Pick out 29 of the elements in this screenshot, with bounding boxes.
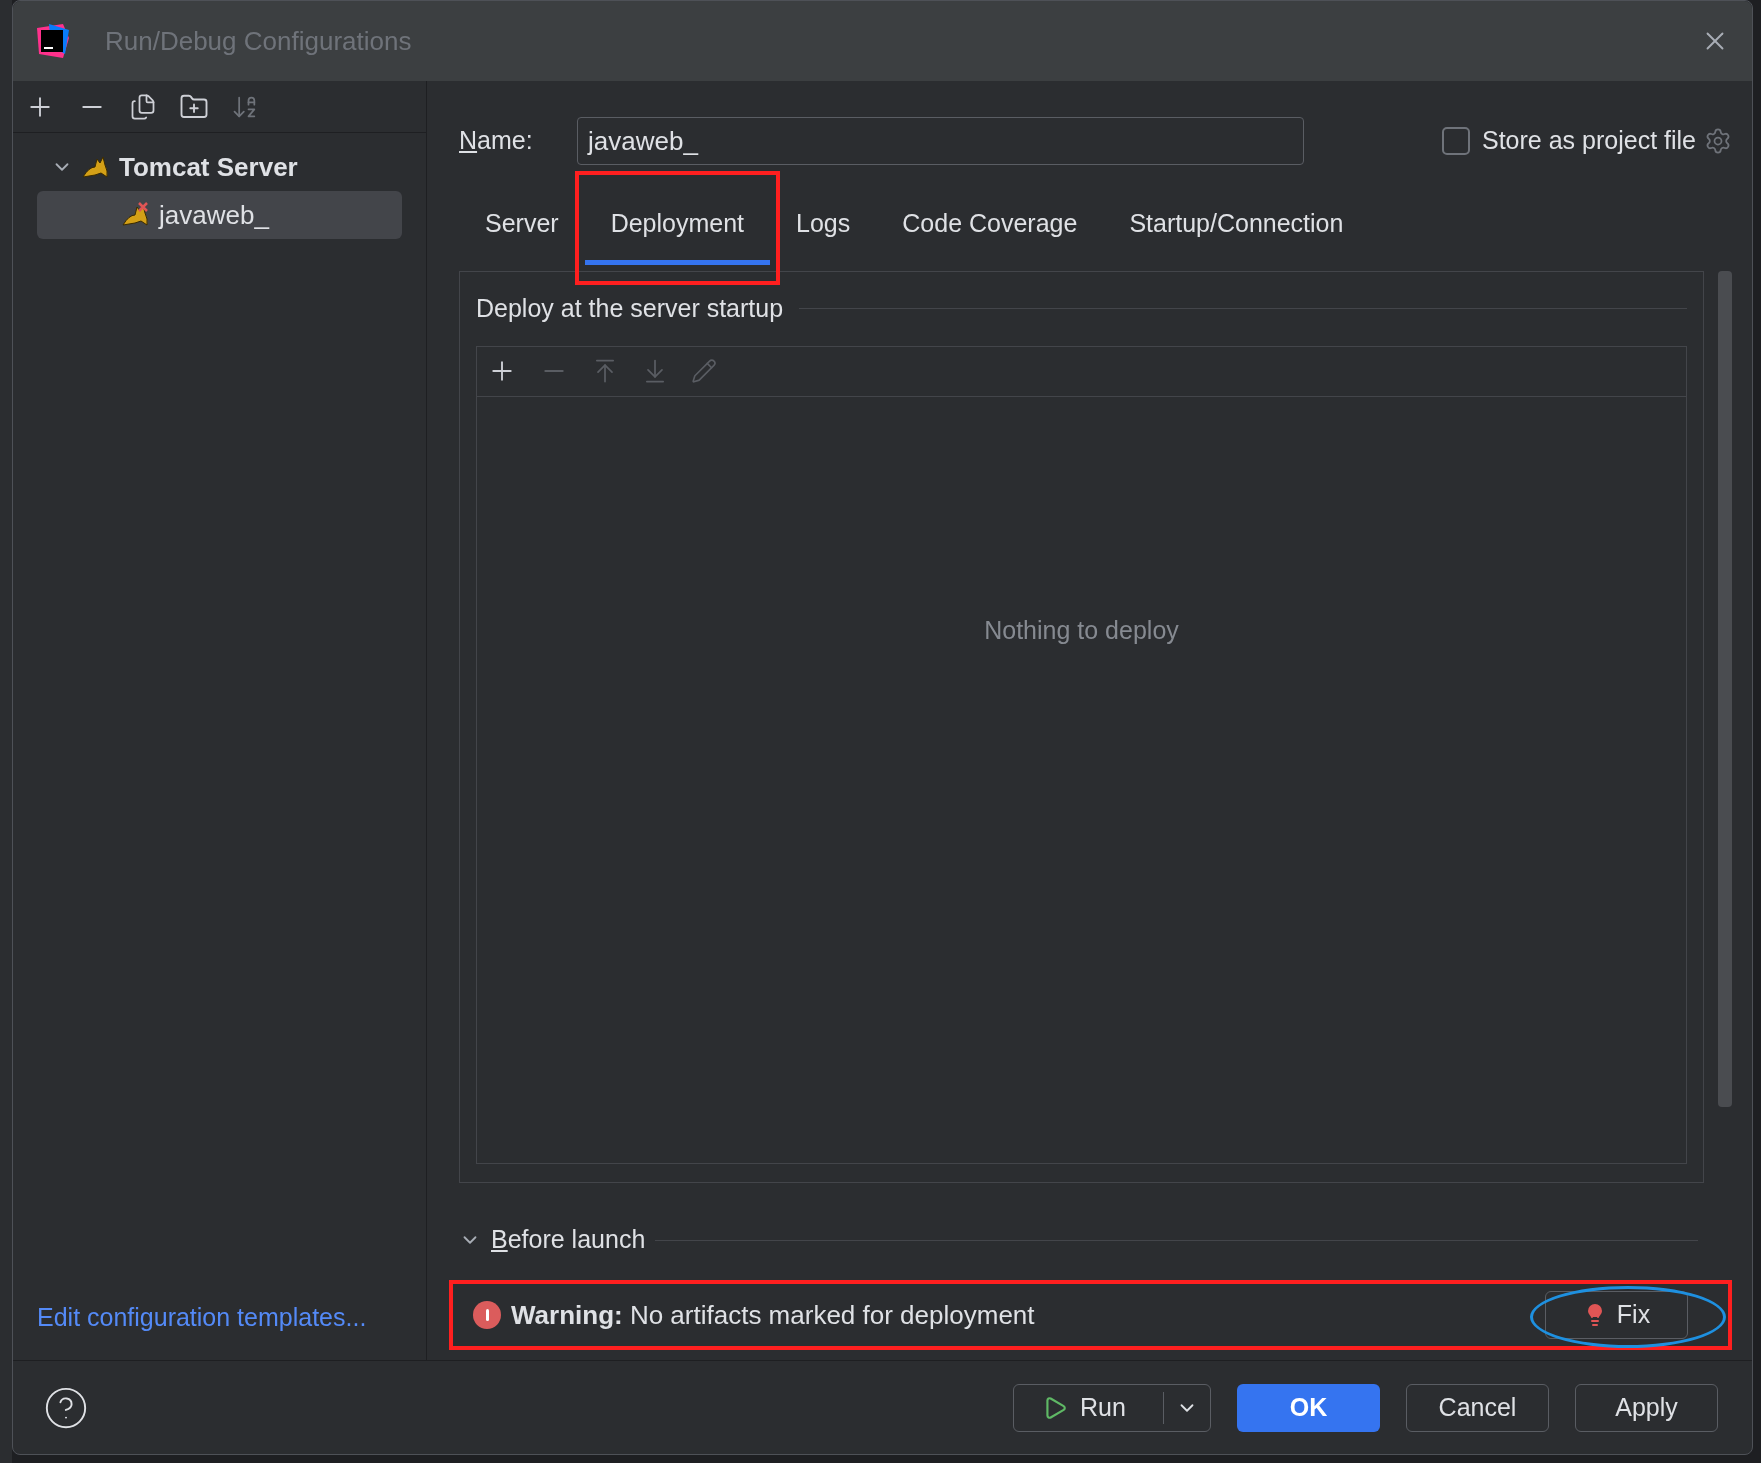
- tab[interactable]: Server: [459, 183, 585, 265]
- window-title: Run/Debug Configurations: [105, 24, 412, 58]
- tree-item[interactable]: Tomcat Server: [37, 143, 402, 191]
- error-icon: [473, 1301, 501, 1329]
- tab[interactable]: Code Coverage: [876, 183, 1104, 265]
- checkbox-label: Store as project file: [1482, 125, 1696, 157]
- warning-message: Warning: No artifacts marked for deployment: [511, 1298, 1035, 1332]
- name-label: Name:: [459, 125, 534, 157]
- store-as-project-checkbox[interactable]: [1442, 127, 1470, 155]
- empty-state-text: Nothing to deploy: [984, 614, 1179, 646]
- dialog-button[interactable]: Apply: [1575, 1383, 1718, 1432]
- tab[interactable]: Logs: [770, 183, 877, 265]
- settings-icon[interactable]: [1704, 127, 1732, 155]
- app-logo-icon: [35, 24, 69, 58]
- section-title: Before launch: [491, 1224, 646, 1256]
- tab[interactable]: Deployment: [584, 183, 771, 265]
- dialog-button[interactable]: Cancel: [1406, 1383, 1549, 1432]
- tab[interactable]: Startup/Connection: [1103, 183, 1370, 265]
- name-input[interactable]: javaweb_: [577, 117, 1304, 165]
- copy-icon[interactable]: [129, 92, 157, 121]
- tree-item-label: javaweb_: [159, 198, 269, 232]
- edit-templates-link[interactable]: Edit configuration templates...: [37, 1302, 367, 1331]
- section-title: Deploy at the server startup: [476, 293, 784, 324]
- run-button[interactable]: Run: [1013, 1383, 1211, 1432]
- tree-item[interactable]: javaweb_: [37, 191, 402, 239]
- ok-button[interactable]: OK: [1237, 1383, 1380, 1432]
- fix-button[interactable]: Fix: [1545, 1291, 1688, 1339]
- tree-item-label: Tomcat Server: [119, 150, 298, 184]
- run-label: Run: [1080, 1391, 1126, 1423]
